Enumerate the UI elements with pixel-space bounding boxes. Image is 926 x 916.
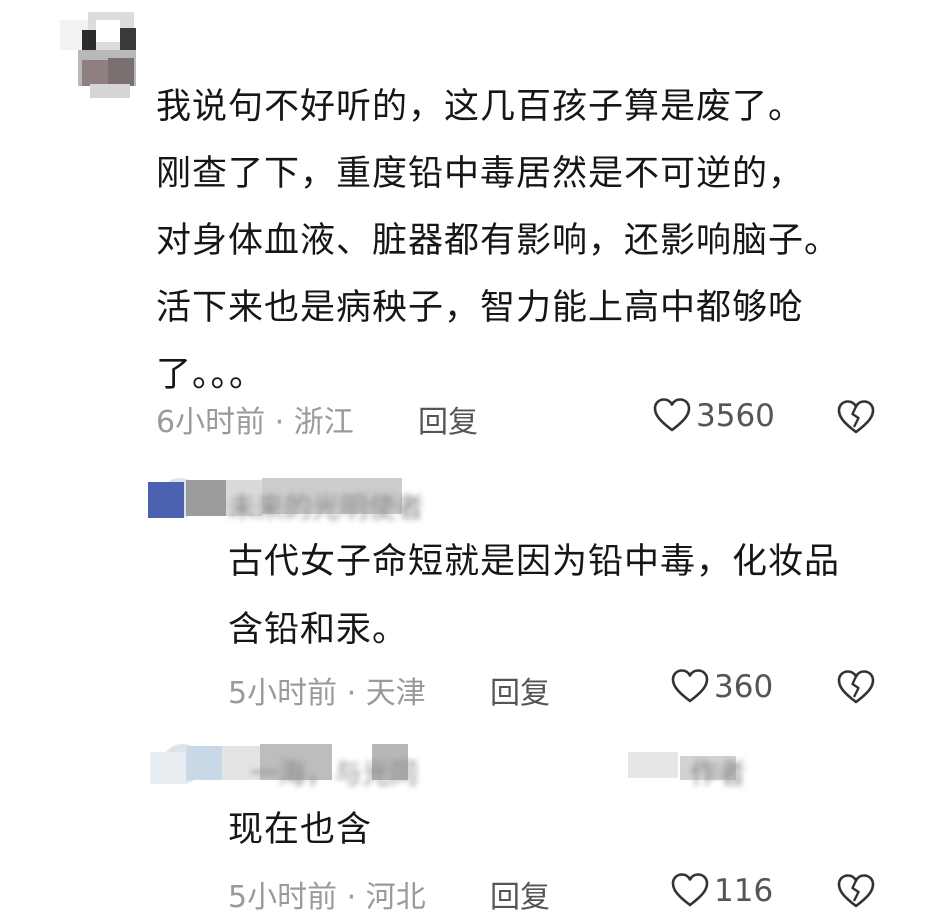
like-button[interactable]: 116 bbox=[670, 871, 773, 911]
reply-text: 古代女子命短就是因为铅中毒，化妆品 含铅和汞。 bbox=[228, 542, 841, 650]
avatar-mosaic bbox=[186, 480, 226, 516]
reply-meta: 5小时前 · 河北 bbox=[228, 880, 426, 915]
like-count: 3560 bbox=[696, 398, 775, 434]
like-count: 360 bbox=[714, 669, 774, 705]
comment-text: 我说句不好听的，这几百孩子算是废了。 刚查了下，重度铅中毒居然是不可逆的， 对身… bbox=[156, 87, 841, 395]
heart-outline-icon bbox=[671, 669, 709, 703]
like-button[interactable]: 3560 bbox=[652, 396, 775, 436]
reply-button[interactable]: 回复 bbox=[418, 397, 478, 441]
reply-username[interactable]: 未来的光明使者 bbox=[228, 486, 424, 526]
reply-button[interactable]: 回复 bbox=[490, 668, 550, 712]
avatar[interactable] bbox=[60, 0, 140, 100]
avatar-mosaic bbox=[150, 752, 186, 784]
broken-heart-icon[interactable] bbox=[836, 872, 876, 912]
comment-meta: 6小时前 · 浙江 bbox=[156, 405, 354, 440]
like-count: 116 bbox=[714, 873, 774, 909]
reply-username[interactable]: 一海，与光同 bbox=[250, 752, 418, 792]
heart-outline-icon bbox=[671, 873, 709, 907]
heart-outline-icon bbox=[653, 398, 691, 432]
avatar-mosaic bbox=[628, 752, 678, 778]
avatar-mosaic bbox=[148, 482, 184, 518]
like-button[interactable]: 360 bbox=[670, 667, 773, 707]
avatar-mosaic bbox=[186, 746, 222, 780]
author-badge: 作者 bbox=[690, 757, 747, 790]
reply-meta: 5小时前 · 天津 bbox=[228, 676, 426, 711]
reply-text: 现在也含 bbox=[228, 810, 373, 850]
broken-heart-icon[interactable] bbox=[836, 398, 876, 438]
broken-heart-icon[interactable] bbox=[836, 668, 876, 708]
reply-button[interactable]: 回复 bbox=[490, 872, 550, 916]
